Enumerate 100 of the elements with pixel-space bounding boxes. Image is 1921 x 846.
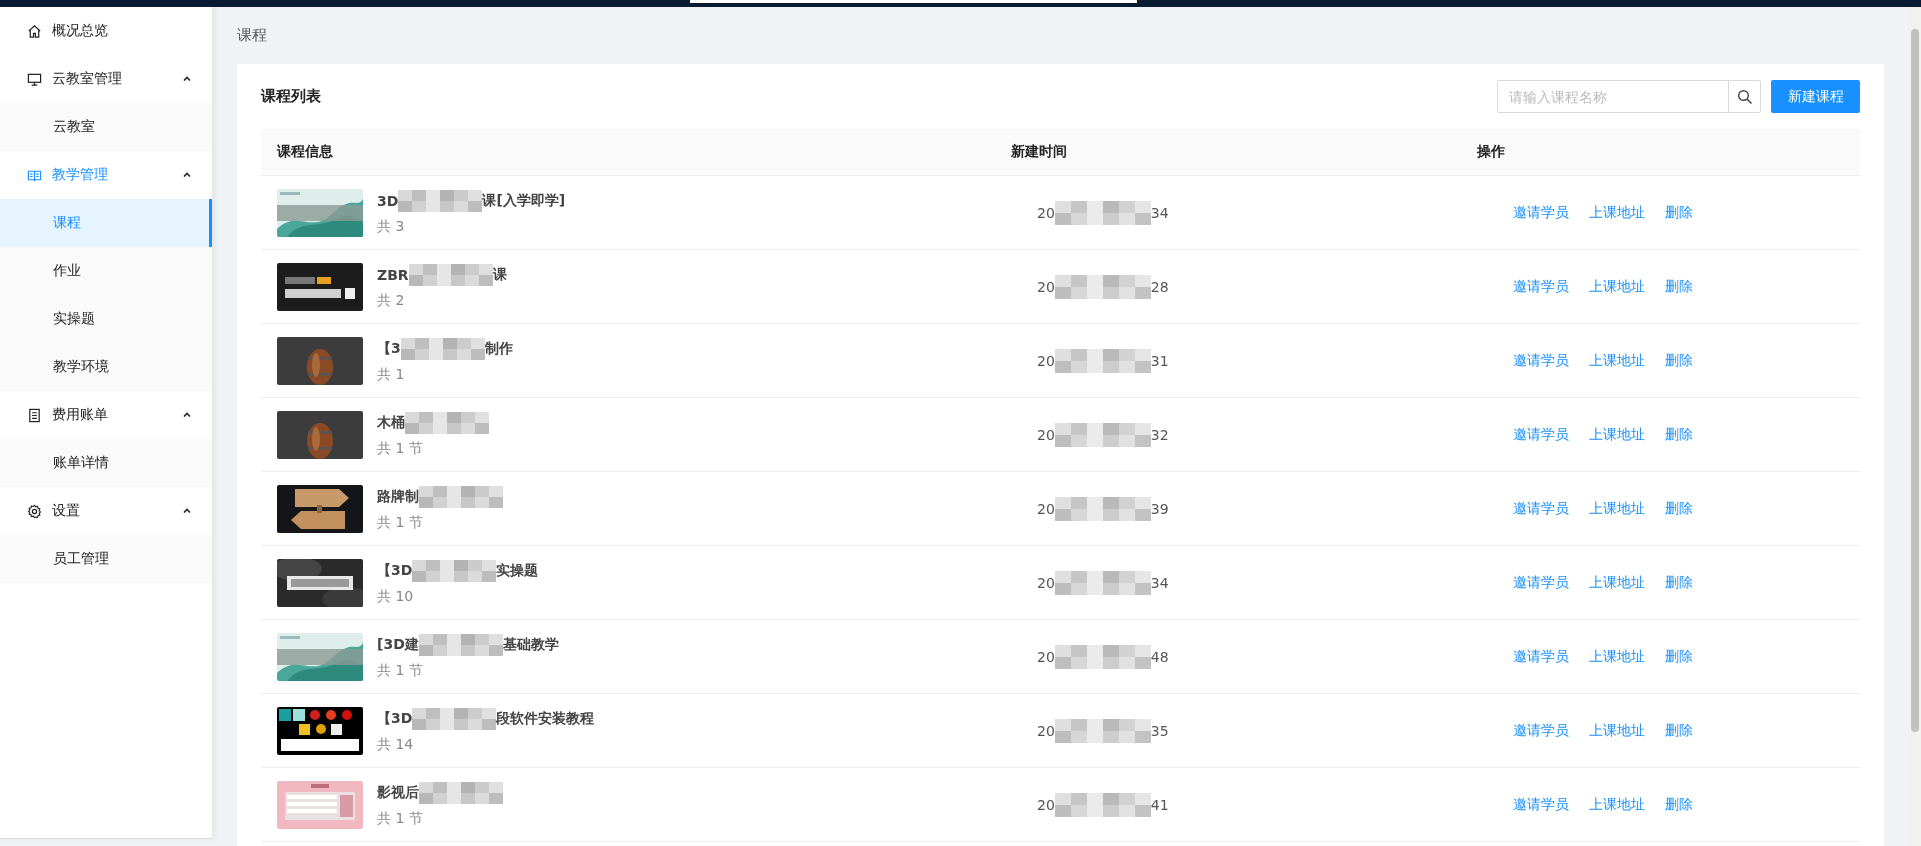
course-title: [3D建 <box>377 635 419 654</box>
column-header: 新建时间 <box>1011 143 1068 161</box>
created-time: 20 <box>1037 796 1055 813</box>
submenu-item[interactable]: 员工管理 <box>0 535 212 583</box>
action-link[interactable]: 邀请学员 <box>1513 795 1569 814</box>
course-title: 实操题 <box>496 561 539 580</box>
action-link[interactable]: 邀请学员 <box>1513 277 1569 296</box>
action-link[interactable]: 上课地址 <box>1589 647 1645 666</box>
search-icon <box>1736 88 1753 105</box>
receipt-icon <box>27 407 42 423</box>
breadcrumb: 课程 <box>237 25 267 46</box>
course-title: 制作 <box>484 339 513 358</box>
action-link[interactable]: 邀请学员 <box>1513 721 1569 740</box>
column-header: 操作 <box>1477 143 1505 161</box>
home-icon <box>27 23 42 39</box>
menu-item[interactable]: 教学管理 <box>0 151 212 199</box>
menu-label: 概况总览 <box>52 22 109 40</box>
caret-icon <box>182 170 192 180</box>
action-link[interactable]: 邀请学员 <box>1513 203 1569 222</box>
action-link[interactable]: 上课地址 <box>1589 277 1645 296</box>
action-link[interactable]: 删除 <box>1665 425 1693 444</box>
created-time: 34 <box>1150 204 1169 221</box>
lesson-count: 共 1 节 <box>377 439 423 458</box>
action-link[interactable]: 删除 <box>1665 721 1693 740</box>
search-field[interactable]: 请输入课程名称 <box>1497 80 1761 113</box>
created-time: 39 <box>1150 500 1169 517</box>
action-link[interactable]: 邀请学员 <box>1513 351 1569 370</box>
created-time: 20 <box>1037 426 1055 443</box>
action-link[interactable]: 删除 <box>1665 795 1693 814</box>
submenu-item[interactable]: 课程 <box>0 199 212 247</box>
lesson-count: 共 1 节 <box>377 513 423 532</box>
scrollbar-thumb[interactable] <box>1911 29 1919 732</box>
lesson-count: 共 1 节 <box>377 809 423 828</box>
action-link[interactable]: 删除 <box>1665 277 1693 296</box>
menu-item[interactable]: 概况总览 <box>0 7 212 55</box>
action-link[interactable]: 邀请学员 <box>1513 425 1569 444</box>
lesson-count: 共 1 节 <box>377 661 423 680</box>
created-time: 41 <box>1150 796 1169 813</box>
action-link[interactable]: 删除 <box>1665 203 1693 222</box>
settings-icon <box>27 503 42 519</box>
action-link[interactable]: 邀请学员 <box>1513 647 1569 666</box>
created-time: 20 <box>1037 574 1055 591</box>
created-time: 34 <box>1150 574 1169 591</box>
caret-icon <box>182 410 192 420</box>
menu-item[interactable]: 费用账单 <box>0 391 212 439</box>
submenu-item[interactable]: 实操题 <box>0 295 212 343</box>
lesson-count: 共 1 <box>377 365 405 384</box>
action-link[interactable]: 上课地址 <box>1589 499 1645 518</box>
created-time: 28 <box>1150 278 1169 295</box>
course-title: 影视后 <box>377 783 419 802</box>
menu-label: 设置 <box>52 502 81 520</box>
course-title: 基础教学 <box>502 635 559 654</box>
scrollbar[interactable] <box>1908 7 1921 846</box>
monitor-icon <box>27 71 42 87</box>
submenu-item[interactable]: 教学环境 <box>0 343 212 391</box>
menu-label: 教学管理 <box>52 166 109 184</box>
created-time: 20 <box>1037 204 1055 221</box>
lesson-count: 共 14 <box>377 735 414 754</box>
menu-item[interactable]: 设置 <box>0 487 212 535</box>
menu-item[interactable]: 云教室管理 <box>0 55 212 103</box>
lesson-count: 共 2 <box>377 291 405 310</box>
course-title: 路牌制 <box>377 487 419 506</box>
new-course-button[interactable]: 新建课程 <box>1771 80 1860 113</box>
course-title: 3D <box>377 192 399 209</box>
caret-icon <box>182 74 192 84</box>
action-link[interactable]: 删除 <box>1665 499 1693 518</box>
action-link[interactable]: 上课地址 <box>1589 795 1645 814</box>
action-link[interactable]: 上课地址 <box>1589 721 1645 740</box>
created-time: 35 <box>1150 722 1169 739</box>
course-title: 木桶 <box>377 413 405 432</box>
action-link[interactable]: 上课地址 <box>1589 351 1645 370</box>
menu-label: 费用账单 <box>52 406 109 424</box>
caret-icon <box>182 506 192 516</box>
lesson-count: 共 10 <box>377 587 414 606</box>
course-title: 课 <box>492 265 507 284</box>
created-time: 20 <box>1037 278 1055 295</box>
action-link[interactable]: 邀请学员 <box>1513 573 1569 592</box>
action-link[interactable]: 上课地址 <box>1589 573 1645 592</box>
submenu-item[interactable]: 云教室 <box>0 103 212 151</box>
action-link[interactable]: 删除 <box>1665 647 1693 666</box>
course-title: 课[入学即学] <box>482 191 566 210</box>
course-title: 【3D <box>377 561 413 580</box>
lesson-count: 共 3 <box>377 217 405 236</box>
action-link[interactable]: 删除 <box>1665 351 1693 370</box>
action-link[interactable]: 上课地址 <box>1589 425 1645 444</box>
created-time: 32 <box>1150 426 1169 443</box>
action-link[interactable]: 删除 <box>1665 573 1693 592</box>
submenu-item[interactable]: 作业 <box>0 247 212 295</box>
submenu-item[interactable]: 账单详情 <box>0 439 212 487</box>
created-time: 48 <box>1150 648 1169 665</box>
created-time: 20 <box>1037 722 1055 739</box>
action-link[interactable]: 邀请学员 <box>1513 499 1569 518</box>
created-time: 20 <box>1037 352 1055 369</box>
card-title: 课程列表 <box>261 87 321 106</box>
course-title: 段软件安装教程 <box>496 709 595 728</box>
action-link[interactable]: 上课地址 <box>1589 203 1645 222</box>
course-title: 【3 <box>377 339 401 358</box>
course-title: 【3D <box>377 709 413 728</box>
column-header: 课程信息 <box>275 143 334 161</box>
created-time: 31 <box>1150 352 1169 369</box>
